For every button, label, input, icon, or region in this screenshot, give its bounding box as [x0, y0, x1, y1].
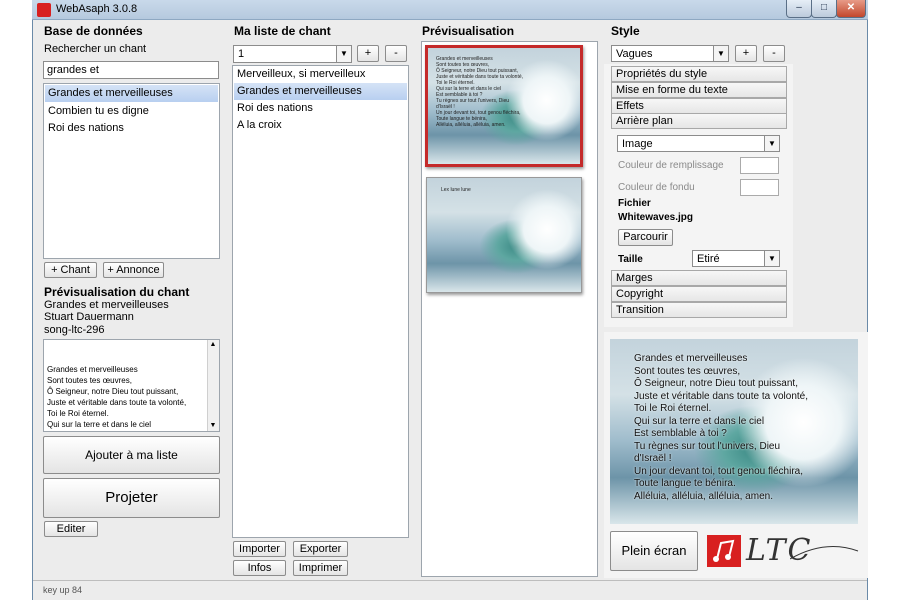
- fade-color-label: Couleur de fondu: [618, 182, 695, 193]
- slide-text: Grandes et merveilleuses Sont toutes tes…: [436, 56, 523, 128]
- background-type-value: Image: [622, 138, 653, 150]
- add-playlist-button[interactable]: +: [357, 45, 379, 62]
- ltc-logo-icon: [707, 535, 741, 567]
- add-song-button[interactable]: + Chant: [44, 262, 97, 278]
- fade-color-swatch[interactable]: [740, 179, 779, 196]
- search-label: Rechercher un chant: [44, 43, 147, 55]
- file-label: Fichier: [618, 198, 651, 209]
- add-style-button[interactable]: +: [735, 45, 757, 62]
- playlist-list: Merveilleux, si merveilleux Grandes et m…: [232, 65, 409, 538]
- lyrics-preview[interactable]: Grandes et merveilleuses Sont toutes tes…: [43, 339, 220, 432]
- background-type-select[interactable]: Image ▼: [617, 135, 780, 152]
- app-icon: [37, 3, 51, 17]
- lyrics-scrollbar[interactable]: ▲ ▼: [207, 340, 219, 431]
- slide-text: Lex lune lune: [441, 187, 471, 193]
- section-effects[interactable]: Effets: [611, 98, 787, 114]
- minimize-button[interactable]: –: [786, 0, 812, 18]
- scroll-up-icon[interactable]: ▲: [208, 340, 218, 350]
- style-select[interactable]: Vagues ▼: [611, 45, 729, 62]
- list-item[interactable]: Grandes et merveilleuses: [45, 85, 218, 102]
- style-heading: Style: [611, 24, 640, 38]
- size-label: Taille: [618, 254, 643, 265]
- scroll-down-icon[interactable]: ▼: [208, 421, 218, 431]
- import-button[interactable]: Importer: [233, 541, 286, 557]
- title-bar: WebAsaph 3.0.8 – □ ✕: [32, 0, 868, 20]
- section-transition[interactable]: Transition: [611, 302, 787, 318]
- playlist-heading: Ma liste de chant: [234, 24, 331, 38]
- fill-color-swatch[interactable]: [740, 157, 779, 174]
- status-bar: key up 84: [33, 580, 867, 600]
- chevron-down-icon: ▼: [336, 46, 351, 62]
- lyrics-text: Grandes et merveilleuses Sont toutes tes…: [47, 365, 187, 429]
- list-item[interactable]: Roi des nations: [45, 120, 218, 137]
- slide-thumbnail-active[interactable]: Grandes et merveilleuses Sont toutes tes…: [425, 45, 583, 167]
- add-to-list-button[interactable]: Ajouter à ma liste: [43, 436, 220, 474]
- list-item[interactable]: Roi des nations: [234, 100, 407, 117]
- chevron-down-icon: ▼: [764, 251, 779, 266]
- close-button[interactable]: ✕: [836, 0, 866, 18]
- preview-heading: Prévisualisation: [422, 24, 515, 38]
- list-item[interactable]: Merveilleux, si merveilleux: [234, 66, 407, 83]
- search-input[interactable]: [43, 61, 219, 79]
- maximize-button[interactable]: □: [811, 0, 837, 18]
- edit-button[interactable]: Editer: [44, 521, 98, 537]
- project-button[interactable]: Projeter: [43, 478, 220, 518]
- playlist-select-value: 1: [238, 48, 245, 60]
- fullscreen-button[interactable]: Plein écran: [610, 531, 698, 571]
- playlist-select[interactable]: 1 ▼: [233, 45, 352, 63]
- song-id: song-ltc-296: [44, 324, 105, 336]
- chevron-down-icon: ▼: [713, 46, 728, 61]
- size-select[interactable]: Etiré ▼: [692, 250, 780, 267]
- file-name: Whitewaves.jpg: [618, 212, 694, 223]
- music-note-icon: [713, 539, 735, 562]
- song-author: Stuart Dauermann: [44, 311, 134, 323]
- status-text: key up 84: [43, 585, 83, 595]
- slide-thumbnail[interactable]: Lex lune lune: [426, 177, 582, 293]
- chevron-down-icon: ▼: [764, 136, 779, 151]
- live-output-preview: Grandes et merveilleuses Sont toutes tes…: [610, 339, 858, 524]
- section-copyright[interactable]: Copyright: [611, 286, 787, 302]
- song-title: Grandes et merveilleuses: [44, 299, 169, 311]
- print-button[interactable]: Imprimer: [293, 560, 348, 576]
- remove-style-button[interactable]: -: [763, 45, 785, 62]
- section-text-format[interactable]: Mise en forme du texte: [611, 82, 787, 98]
- style-select-value: Vagues: [616, 48, 653, 60]
- section-background[interactable]: Arrière plan: [611, 113, 787, 129]
- section-style-properties[interactable]: Propriétés du style: [611, 66, 787, 82]
- logo-swoosh: [790, 546, 859, 560]
- search-results-list: Grandes et merveilleuses Combien tu es d…: [43, 83, 220, 259]
- info-button[interactable]: Infos: [233, 560, 286, 576]
- database-heading: Base de données: [44, 24, 143, 38]
- fill-color-label: Couleur de remplissage: [618, 160, 724, 171]
- list-item[interactable]: Grandes et merveilleuses: [234, 83, 407, 100]
- window-title: WebAsaph 3.0.8: [56, 3, 138, 15]
- section-margins[interactable]: Marges: [611, 270, 787, 286]
- live-output-text: Grandes et merveilleuses Sont toutes tes…: [634, 353, 808, 502]
- remove-playlist-button[interactable]: -: [385, 45, 407, 62]
- browse-button[interactable]: Parcourir: [618, 229, 673, 246]
- size-select-value: Etiré: [697, 253, 720, 265]
- list-item[interactable]: Combien tu es digne: [45, 103, 218, 120]
- list-item[interactable]: A la croix: [234, 117, 407, 134]
- add-announcement-button[interactable]: + Annonce: [103, 262, 164, 278]
- song-preview-heading: Prévisualisation du chant: [44, 285, 190, 299]
- export-button[interactable]: Exporter: [293, 541, 348, 557]
